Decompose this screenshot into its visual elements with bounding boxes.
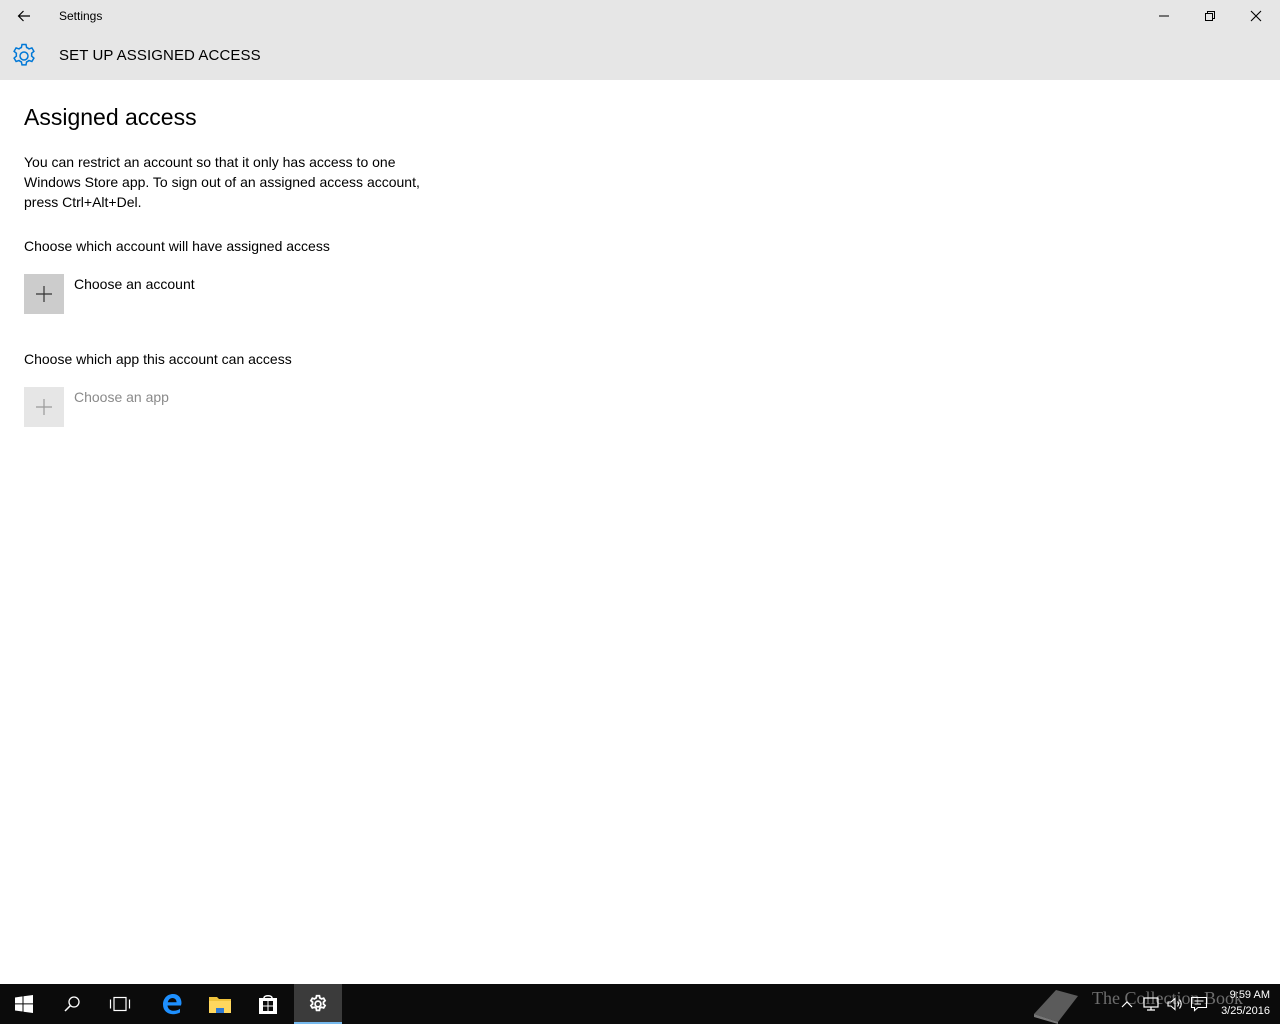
close-button[interactable] xyxy=(1233,0,1279,32)
network-tray-button[interactable] xyxy=(1141,994,1161,1014)
clock-date: 3/25/2016 xyxy=(1221,1005,1270,1017)
edge-button[interactable] xyxy=(148,984,196,1024)
search-icon xyxy=(64,996,80,1012)
choose-app-button[interactable]: Choose an app xyxy=(24,387,224,427)
minimize-button[interactable] xyxy=(1141,0,1187,32)
book-icon xyxy=(1034,990,1078,1024)
gear-icon xyxy=(13,43,35,66)
taskbar: The Collection Book 9:59 AM 3/25/2016 xyxy=(0,984,1280,1024)
description-text: You can restrict an account so that it o… xyxy=(24,154,420,210)
title-bar: Settings xyxy=(0,0,1280,32)
search-button[interactable] xyxy=(48,984,96,1024)
plus-icon xyxy=(24,274,64,314)
chevron-up-icon xyxy=(1121,1001,1133,1008)
choose-account-label: Choose an account xyxy=(74,276,195,292)
app-section-label: Choose which app this account can access xyxy=(24,351,292,367)
task-view-icon xyxy=(109,996,131,1012)
store-button[interactable] xyxy=(244,984,292,1024)
choose-app-label: Choose an app xyxy=(74,389,169,405)
store-icon xyxy=(259,995,277,1014)
window-title: Settings xyxy=(59,9,103,23)
file-explorer-button[interactable] xyxy=(196,984,244,1024)
account-section-label: Choose which account will have assigned … xyxy=(24,238,330,254)
task-view-button[interactable] xyxy=(96,984,144,1024)
windows-logo-icon xyxy=(15,995,33,1013)
taskbar-clock[interactable]: 9:59 AM 3/25/2016 xyxy=(1200,987,1270,1019)
show-hidden-icons-button[interactable] xyxy=(1117,994,1137,1014)
start-button[interactable] xyxy=(0,984,48,1024)
header-title: SET UP ASSIGNED ACCESS xyxy=(59,47,261,64)
gear-icon xyxy=(309,994,327,1012)
edge-icon xyxy=(163,994,182,1015)
close-icon xyxy=(1250,10,1262,22)
restore-button[interactable] xyxy=(1187,0,1233,32)
page-title: Assigned access xyxy=(24,104,197,130)
network-icon xyxy=(1143,997,1159,1011)
volume-tray-button[interactable] xyxy=(1165,994,1185,1014)
clock-time: 9:59 AM xyxy=(1229,989,1270,1001)
back-button[interactable] xyxy=(8,0,40,32)
plus-icon xyxy=(24,387,64,427)
back-arrow-icon xyxy=(17,10,30,22)
choose-account-button[interactable]: Choose an account xyxy=(24,274,244,314)
restore-icon xyxy=(1205,11,1215,21)
folder-icon xyxy=(209,997,231,1013)
settings-taskbar-button[interactable] xyxy=(294,984,342,1024)
page-header: SET UP ASSIGNED ACCESS xyxy=(0,32,1280,80)
minimize-icon xyxy=(1159,15,1169,17)
volume-icon xyxy=(1167,997,1182,1011)
